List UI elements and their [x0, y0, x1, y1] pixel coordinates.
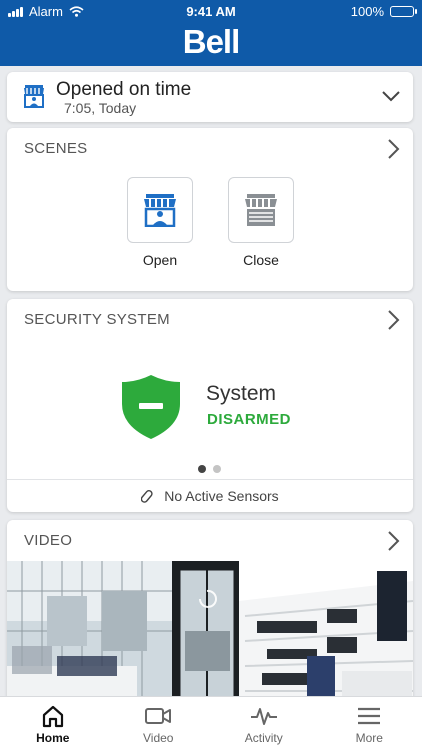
- chevron-right-icon[interactable]: [385, 138, 401, 160]
- camera-snapshot-image: [7, 561, 413, 710]
- menu-icon: [358, 707, 381, 725]
- pager-dots[interactable]: [198, 465, 221, 473]
- scene-open-button[interactable]: [127, 177, 193, 243]
- sensor-tag-icon: [141, 490, 153, 503]
- status-title: Opened on time: [56, 79, 192, 100]
- system-name: System: [206, 382, 277, 405]
- tab-video[interactable]: Video: [106, 697, 212, 750]
- scene-close-label: Close: [243, 252, 279, 268]
- security-header[interactable]: SECURITY SYSTEM: [24, 311, 170, 328]
- battery-icon: [390, 6, 417, 17]
- scenes-card: SCENES Open Close: [7, 128, 413, 291]
- tab-video-label: Video: [143, 731, 174, 745]
- arming-status: DISARMED: [207, 411, 292, 428]
- activity-pulse-icon: [250, 708, 277, 725]
- video-card: VIDEO: [7, 520, 413, 710]
- battery-percent: 100%: [350, 4, 384, 19]
- status-timestamp: 7:05, Today: [64, 100, 137, 116]
- home-icon: [42, 705, 63, 728]
- store-status-card[interactable]: Opened on time 7:05, Today: [7, 72, 413, 122]
- security-system-card: SECURITY SYSTEM System DISARMED No Activ…: [7, 299, 413, 512]
- chevron-right-icon[interactable]: [385, 530, 401, 552]
- sensors-status-row[interactable]: No Active Sensors: [7, 479, 413, 512]
- status-bar: Alarm 9:41 AM 100%: [0, 0, 422, 22]
- tab-home[interactable]: Home: [0, 697, 106, 750]
- tab-more[interactable]: More: [317, 697, 422, 750]
- tab-activity[interactable]: Activity: [211, 697, 317, 750]
- camera-feed[interactable]: [7, 561, 413, 710]
- bottom-tab-bar: Home Video Activity More: [0, 696, 422, 750]
- tab-more-label: More: [355, 731, 383, 745]
- video-header[interactable]: VIDEO: [24, 532, 72, 549]
- scenes-header[interactable]: SCENES: [24, 140, 88, 157]
- store-open-icon: [144, 194, 176, 227]
- sensors-status-text: No Active Sensors: [164, 488, 279, 504]
- status-bar-right: 100%: [350, 4, 417, 19]
- video-camera-icon: [145, 708, 172, 724]
- store-closed-icon: [245, 194, 277, 226]
- scene-close-button[interactable]: [228, 177, 294, 243]
- scene-open-label: Open: [142, 252, 178, 268]
- storefront-icon: [24, 85, 44, 108]
- app-header: Alarm 9:41 AM 100% Bell: [0, 0, 422, 66]
- pager-dot-2[interactable]: [213, 465, 221, 473]
- shield-disarmed-icon[interactable]: [121, 374, 181, 440]
- brand-logo: Bell: [182, 23, 241, 60]
- chevron-right-icon[interactable]: [385, 309, 401, 331]
- tab-activity-label: Activity: [244, 731, 283, 745]
- pager-dot-1[interactable]: [198, 465, 206, 473]
- chevron-down-icon[interactable]: [381, 86, 401, 106]
- tab-home-label: Home: [36, 731, 70, 745]
